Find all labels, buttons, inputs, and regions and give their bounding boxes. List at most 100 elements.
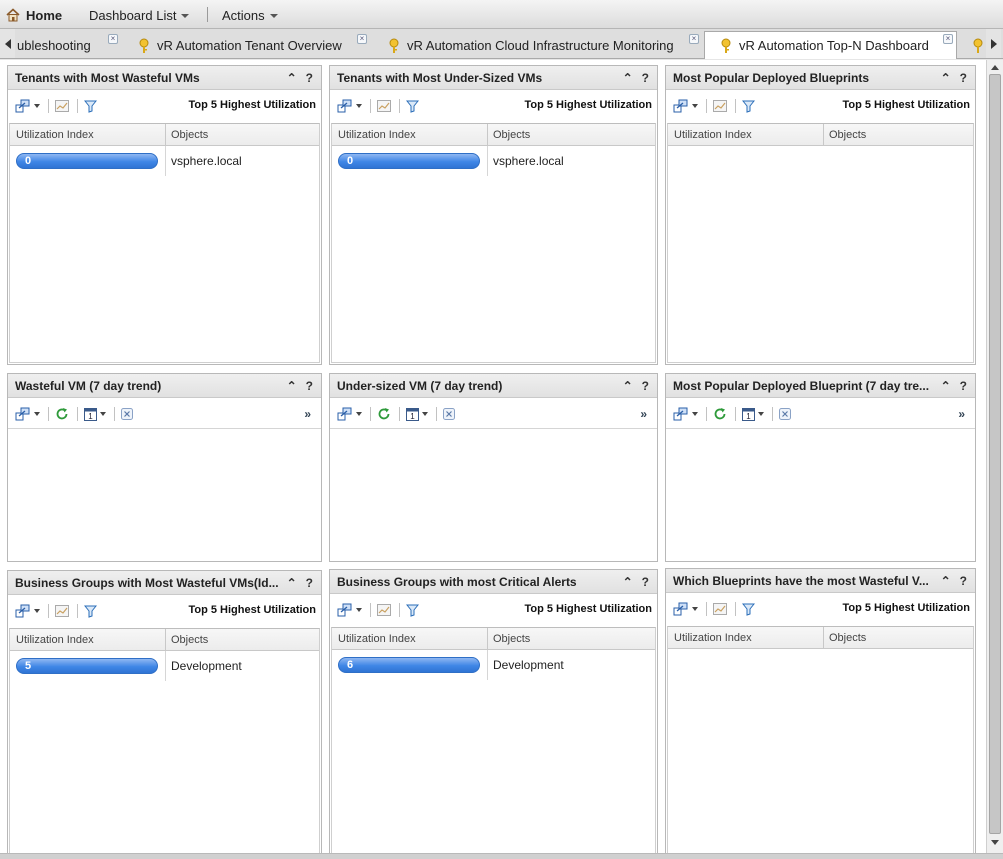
dashboard-navigation-icon[interactable] [15, 604, 40, 618]
column-header-utilization-index[interactable]: Utilization Index [338, 129, 416, 141]
widget-toolbar: 1 » [8, 399, 321, 429]
filter-icon[interactable] [84, 605, 97, 618]
filter-icon[interactable] [742, 100, 755, 113]
dashboard-tab-bar: ubleshooting × vR Automation Tenant Over… [0, 29, 1003, 59]
dashboard-navigation-icon[interactable] [673, 407, 698, 421]
calendar-icon[interactable]: 1 [406, 407, 428, 421]
column-header-objects[interactable]: Objects [493, 129, 530, 141]
column-header-utilization-index[interactable]: Utilization Index [16, 129, 94, 141]
filter-icon[interactable] [84, 100, 97, 113]
utilization-value: 0 [16, 153, 158, 169]
table-row[interactable]: 6 Development [332, 650, 655, 680]
column-header-objects[interactable]: Objects [829, 632, 866, 644]
chart-icon[interactable] [55, 100, 69, 112]
help-icon[interactable]: ? [306, 576, 313, 590]
column-header-utilization-index[interactable]: Utilization Index [16, 634, 94, 646]
actions-menu[interactable]: Actions [222, 6, 278, 24]
help-icon[interactable]: ? [642, 575, 649, 589]
collapse-icon[interactable]: ⌃ [623, 379, 633, 393]
close-tab-icon[interactable]: × [357, 34, 367, 44]
scroll-tabs-left-button[interactable] [0, 29, 15, 58]
column-header-utilization-index[interactable]: Utilization Index [674, 129, 752, 141]
dashboard-navigation-icon[interactable] [337, 99, 362, 113]
tab-tenant-overview[interactable]: vR Automation Tenant Overview [138, 32, 350, 59]
dashboard-navigation-icon[interactable] [673, 99, 698, 113]
dashboard-navigation-icon[interactable] [673, 602, 698, 616]
refresh-icon[interactable] [377, 407, 391, 421]
table-row[interactable]: 5 Development [10, 651, 319, 681]
key-icon [721, 38, 731, 53]
widget-header: Business Groups with Most Wasteful VMs(I… [8, 571, 321, 595]
widget-title: Tenants with Most Wasteful VMs [15, 71, 200, 85]
widget-header: Tenants with Most Wasteful VMs ⌃? [8, 66, 321, 90]
column-header-utilization-index[interactable]: Utilization Index [674, 632, 752, 644]
collapse-icon[interactable]: ⌃ [941, 71, 951, 85]
calendar-icon[interactable]: 1 [742, 407, 764, 421]
collapse-icon[interactable]: ⌃ [623, 575, 633, 589]
tab-troubleshooting[interactable]: ubleshooting [17, 32, 107, 59]
chart-icon[interactable] [713, 603, 727, 615]
help-icon[interactable]: ? [306, 71, 313, 85]
refresh-icon[interactable] [713, 407, 727, 421]
chart-icon[interactable] [55, 605, 69, 617]
home-button[interactable]: Home [6, 6, 62, 24]
widget-title: Tenants with Most Under-Sized VMs [337, 71, 543, 85]
tab-cloud-infrastructure-monitoring[interactable]: vR Automation Cloud Infrastructure Monit… [388, 32, 686, 59]
horizontal-scrollbar[interactable] [0, 853, 1003, 859]
chart-icon[interactable] [377, 100, 391, 112]
filter-icon[interactable] [406, 100, 419, 113]
widget-toolbar: Top 5 Highest Utilization [330, 595, 657, 625]
tab-partial[interactable] [972, 32, 984, 59]
filter-icon[interactable] [406, 604, 419, 617]
data-grid: Utilization Index Objects [667, 123, 974, 363]
collapse-icon[interactable]: ⌃ [623, 71, 633, 85]
scroll-down-icon[interactable] [991, 840, 999, 845]
help-icon[interactable]: ? [642, 71, 649, 85]
collapse-icon[interactable]: ⌃ [287, 71, 297, 85]
collapse-icon[interactable]: ⌃ [287, 379, 297, 393]
column-header-objects[interactable]: Objects [493, 633, 530, 645]
collapse-icon[interactable]: ⌃ [941, 574, 951, 588]
refresh-icon[interactable] [55, 407, 69, 421]
dashboard-navigation-icon[interactable] [15, 407, 40, 421]
more-icon[interactable]: » [640, 407, 647, 421]
help-icon[interactable]: ? [306, 379, 313, 393]
svg-text:1: 1 [88, 412, 93, 421]
close-tab-icon[interactable]: × [943, 34, 953, 44]
help-icon[interactable]: ? [960, 379, 967, 393]
dashboard-navigation-icon[interactable] [15, 99, 40, 113]
scroll-tabs-right-button[interactable] [986, 29, 1001, 58]
clear-icon[interactable] [443, 407, 455, 420]
scroll-thumb[interactable] [989, 74, 1001, 834]
collapse-icon[interactable]: ⌃ [287, 576, 297, 590]
more-icon[interactable]: » [304, 407, 311, 421]
help-icon[interactable]: ? [960, 71, 967, 85]
more-icon[interactable]: » [958, 407, 965, 421]
table-row[interactable]: 0 vsphere.local [10, 146, 319, 176]
column-header-objects[interactable]: Objects [171, 129, 208, 141]
chart-icon[interactable] [377, 604, 391, 616]
close-tab-icon[interactable]: × [689, 34, 699, 44]
table-row[interactable]: 0 vsphere.local [332, 146, 655, 176]
vertical-scrollbar[interactable] [986, 60, 1003, 853]
toolbar-title: Top 5 Highest Utilization [188, 99, 316, 111]
dashboard-navigation-icon[interactable] [337, 407, 362, 421]
calendar-icon[interactable]: 1 [84, 407, 106, 421]
column-header-utilization-index[interactable]: Utilization Index [338, 633, 416, 645]
clear-icon[interactable] [779, 407, 791, 420]
dashboard-navigation-icon[interactable] [337, 603, 362, 617]
tab-top-n-dashboard[interactable]: vR Automation Top-N Dashboard [704, 31, 957, 59]
scroll-up-icon[interactable] [991, 65, 999, 70]
collapse-icon[interactable]: ⌃ [941, 379, 951, 393]
help-icon[interactable]: ? [642, 379, 649, 393]
help-icon[interactable]: ? [960, 574, 967, 588]
svg-text:1: 1 [746, 412, 751, 421]
column-header-objects[interactable]: Objects [829, 129, 866, 141]
clear-icon[interactable] [121, 407, 133, 420]
widget-toolbar: Top 5 Highest Utilization [8, 596, 321, 626]
close-tab-icon[interactable]: × [108, 34, 118, 44]
filter-icon[interactable] [742, 603, 755, 616]
chart-icon[interactable] [713, 100, 727, 112]
dashboard-list-menu[interactable]: Dashboard List [89, 6, 190, 24]
column-header-objects[interactable]: Objects [171, 634, 208, 646]
